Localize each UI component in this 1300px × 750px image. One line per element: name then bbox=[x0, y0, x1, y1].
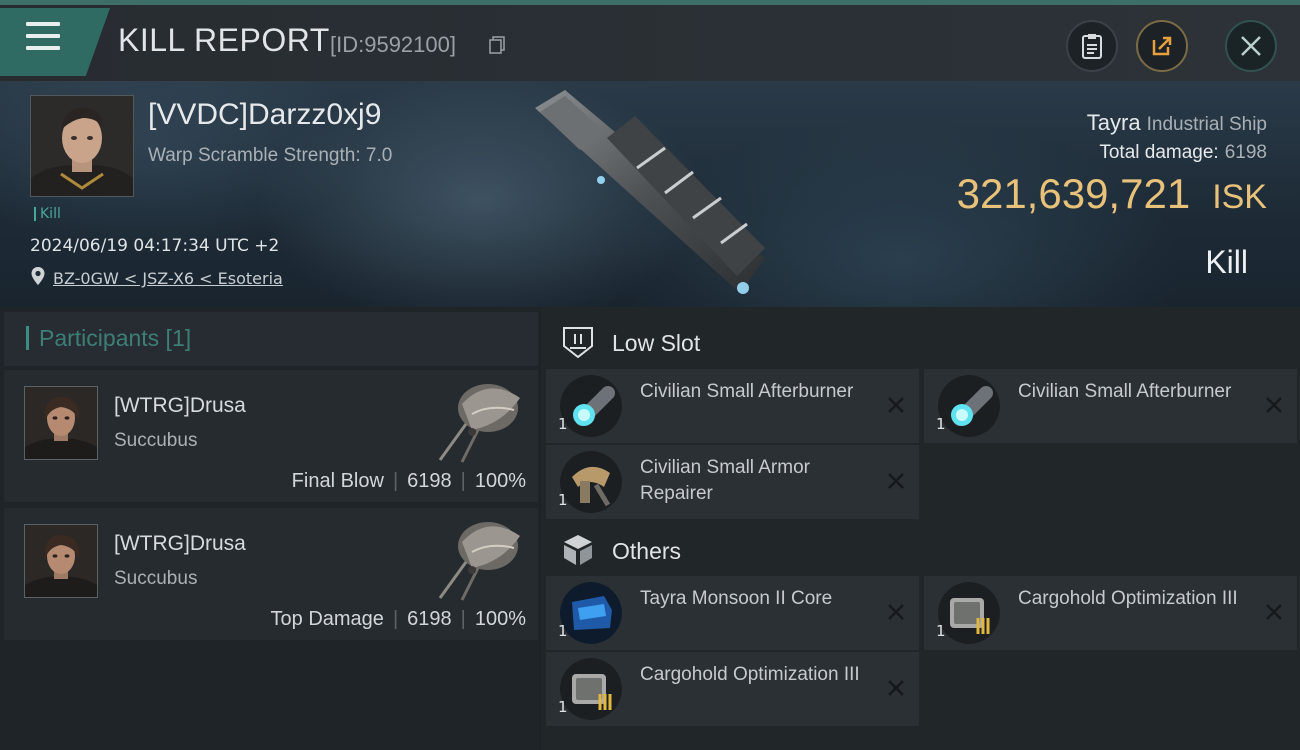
participant-row[interactable]: [WTRG]Drusa Succubus Final Blow | 6198 | 100… bbox=[4, 370, 538, 502]
participant-name: [WTRG]Drusa bbox=[114, 394, 246, 417]
warp-scramble-strength: Warp Scramble Strength: 7.0 bbox=[148, 145, 393, 166]
remove-item-button[interactable] bbox=[1261, 392, 1287, 418]
menu-icon-line bbox=[26, 46, 60, 50]
stats-separator: | bbox=[460, 470, 466, 492]
close-icon bbox=[888, 680, 904, 696]
clipboard-icon bbox=[1082, 34, 1102, 59]
victim-portrait[interactable] bbox=[30, 95, 134, 197]
kill-result: Kill bbox=[1205, 244, 1248, 280]
item-name: Cargohold Optimization III bbox=[1018, 588, 1238, 609]
menu-icon-line bbox=[26, 34, 60, 38]
module-item[interactable]: 1 Civilian Small Afterburner bbox=[546, 369, 919, 443]
item-quantity: 1 bbox=[558, 491, 568, 509]
participant-row[interactable]: [WTRG]Drusa Succubus Top Damage | 6198 | 100… bbox=[4, 508, 538, 640]
close-icon bbox=[888, 473, 904, 489]
low-slot-icon bbox=[563, 327, 593, 359]
victim-ship-type: Tayra Industrial Ship bbox=[1087, 110, 1267, 136]
isk-amount: 321,639,721 bbox=[956, 170, 1191, 217]
low-slot-title: Low Slot bbox=[612, 330, 701, 356]
close-icon bbox=[1241, 36, 1261, 56]
participant-role: Top Damage bbox=[270, 608, 384, 630]
succubus-ship-icon bbox=[438, 384, 520, 463]
stats-separator: | bbox=[392, 470, 399, 492]
close-icon bbox=[1266, 397, 1282, 413]
cube-icon bbox=[564, 535, 592, 565]
participant-stats: Final Blow | 6198 | 100% bbox=[292, 470, 526, 493]
total-damage: Total damage: 6198 bbox=[1099, 142, 1267, 164]
report-clipboard-button[interactable] bbox=[1066, 20, 1118, 72]
others-header: Others bbox=[546, 518, 1286, 584]
participant-percent: 100% bbox=[474, 608, 526, 630]
total-damage-value: 6198 bbox=[1224, 142, 1267, 163]
total-damage-label: Total damage: bbox=[1099, 142, 1219, 163]
participant-stats: Top Damage | 6198 | 100% bbox=[271, 608, 526, 631]
others-title: Others bbox=[612, 538, 682, 564]
close-icon bbox=[1266, 604, 1282, 620]
participant-portrait bbox=[25, 525, 97, 597]
item-quantity: 1 bbox=[936, 622, 946, 640]
afterburner-icon bbox=[938, 375, 1000, 437]
participant-percent: 100% bbox=[474, 470, 526, 492]
item-name: Cargohold Optimization III bbox=[640, 664, 860, 685]
remove-item-button[interactable] bbox=[883, 468, 909, 494]
page-title: KILL REPORT bbox=[118, 22, 330, 58]
remove-item-button[interactable] bbox=[1261, 599, 1287, 625]
participants-title: Participants [1] bbox=[26, 326, 191, 350]
kill-tag: Kill bbox=[34, 207, 61, 221]
isk-unit: ISK bbox=[1212, 178, 1267, 216]
kill-datetime: 2024/06/19 04:17:34 UTC +2 bbox=[30, 236, 280, 256]
remove-item-button[interactable] bbox=[883, 675, 909, 701]
module-item[interactable]: 1 Cargohold Optimization III bbox=[546, 652, 919, 726]
participant-damage: 6198 bbox=[407, 608, 452, 630]
module-item[interactable]: 1 Tayra Monsoon II Core bbox=[546, 576, 919, 650]
item-name: Tayra Monsoon II Core bbox=[640, 588, 833, 609]
ship-name: Tayra bbox=[1086, 110, 1141, 135]
participant-damage: 6198 bbox=[407, 470, 452, 492]
item-name: Civilian Small Afterburner bbox=[640, 381, 854, 402]
afterburner-icon bbox=[560, 375, 622, 437]
copy-icon[interactable] bbox=[489, 36, 505, 54]
stats-separator: | bbox=[460, 608, 466, 630]
ship-core-icon bbox=[560, 582, 622, 644]
isk-value: 321,639,721 ISK bbox=[957, 170, 1267, 218]
share-button[interactable] bbox=[1136, 20, 1188, 72]
remove-item-button[interactable] bbox=[883, 599, 909, 625]
victim-avatar bbox=[31, 96, 133, 196]
item-quantity: 1 bbox=[558, 415, 568, 433]
participant-ship: Succubus bbox=[114, 430, 198, 451]
location-pin-icon bbox=[31, 267, 45, 285]
participant-name: [WTRG]Drusa bbox=[114, 532, 246, 555]
succubus-ship-icon bbox=[438, 522, 520, 601]
item-name: Civilian Small Armor Repairer bbox=[640, 457, 810, 504]
close-button[interactable] bbox=[1225, 20, 1277, 72]
report-id: [ID:9592100] bbox=[330, 32, 456, 57]
armor-repairer-icon bbox=[560, 451, 622, 513]
item-quantity: 1 bbox=[936, 415, 946, 433]
victim-ship-image bbox=[535, 90, 765, 294]
menu-button[interactable] bbox=[26, 20, 62, 52]
participant-ship: Succubus bbox=[114, 568, 198, 589]
low-slot-header: Low Slot bbox=[546, 310, 1286, 376]
menu-icon-line bbox=[26, 22, 60, 26]
module-item[interactable]: 1 Cargohold Optimization III bbox=[924, 576, 1297, 650]
module-item[interactable]: 1 Civilian Small Afterburner bbox=[924, 369, 1297, 443]
cargohold-rig-icon bbox=[938, 582, 1000, 644]
participant-role: Final Blow bbox=[291, 470, 384, 492]
participant-portrait bbox=[25, 387, 97, 459]
ship-class: Industrial Ship bbox=[1146, 114, 1267, 135]
participant-avatar bbox=[24, 386, 98, 460]
location-link[interactable]: BZ-0GW < JSZ-X6 < Esoteria bbox=[53, 269, 283, 288]
victim-name[interactable]: [VVDC]Darzz0xj9 bbox=[148, 98, 381, 132]
share-icon bbox=[1152, 36, 1172, 56]
item-quantity: 1 bbox=[558, 622, 568, 640]
stats-separator: | bbox=[392, 608, 399, 630]
cargohold-rig-icon bbox=[560, 658, 622, 720]
item-quantity: 1 bbox=[558, 698, 568, 716]
remove-item-button[interactable] bbox=[883, 392, 909, 418]
close-icon bbox=[888, 397, 904, 413]
item-name: Civilian Small Afterburner bbox=[1018, 381, 1232, 402]
module-item[interactable]: 1 Civilian Small Armor Repairer bbox=[546, 445, 919, 519]
participant-avatar bbox=[24, 524, 98, 598]
close-icon bbox=[888, 604, 904, 620]
